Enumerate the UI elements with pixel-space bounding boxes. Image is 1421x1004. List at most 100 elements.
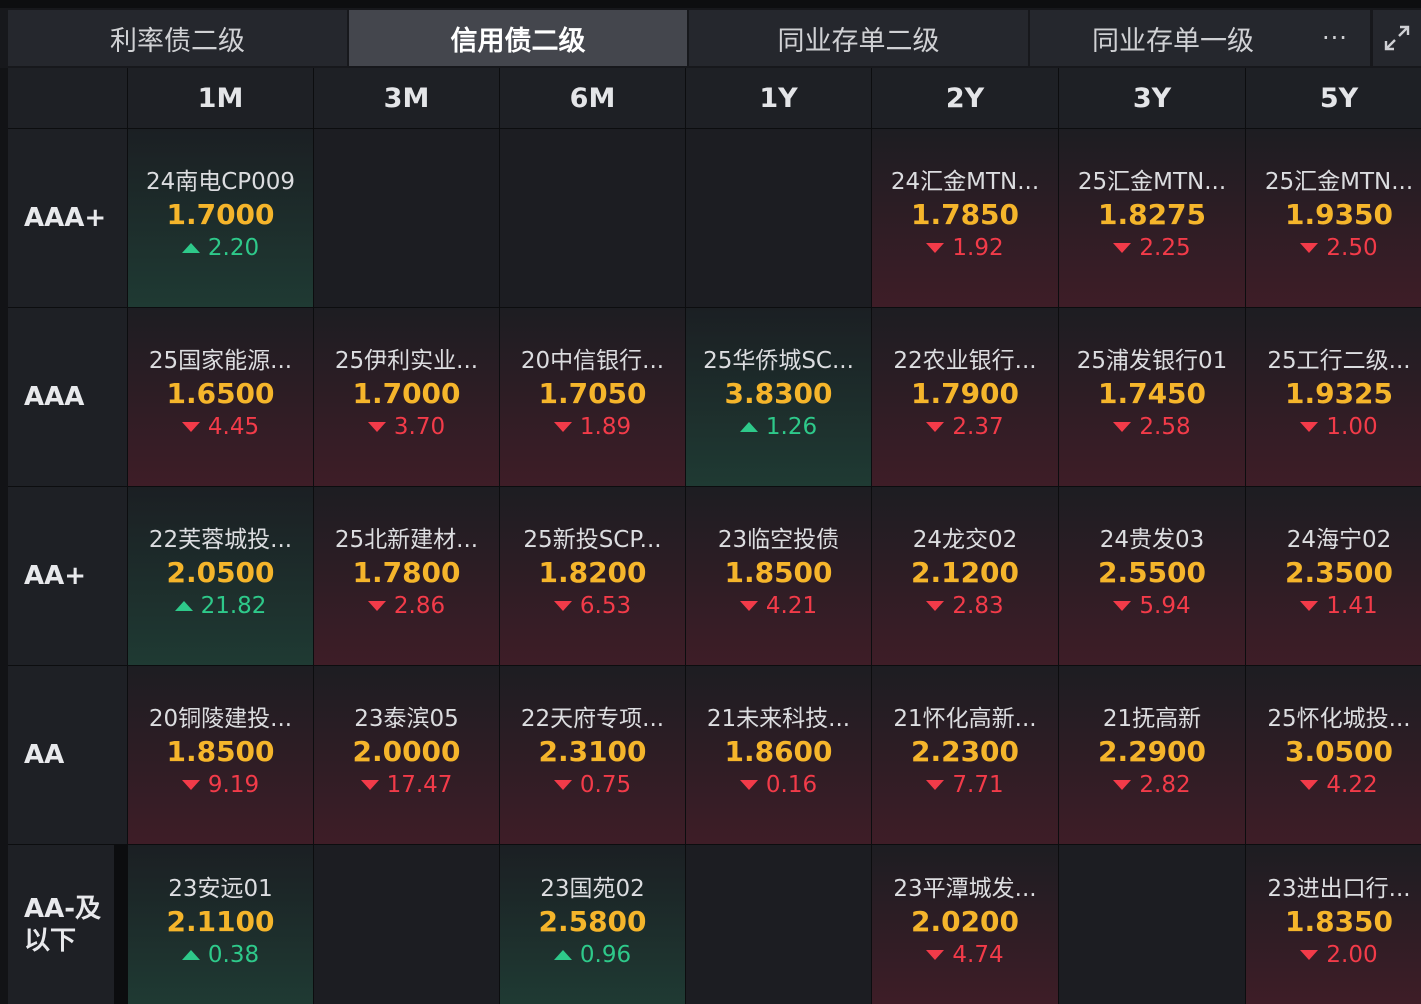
bond-change: 2.00 — [1300, 939, 1378, 971]
bond-cell[interactable]: 23临空投债 1.8500 4.21 — [686, 487, 871, 665]
bond-change-value: 9.19 — [207, 772, 260, 798]
triangle-down-icon — [1113, 422, 1132, 432]
bond-cell[interactable]: 25华侨城SC... 3.8300 1.26 — [686, 308, 871, 486]
bond-cell[interactable]: 21抚高新 2.2900 2.82 — [1059, 666, 1245, 844]
tab-ncd-primary[interactable]: 同业存单一级 — [1030, 10, 1370, 66]
bond-cell[interactable]: 24汇金MTN... 1.7850 1.92 — [872, 129, 1058, 307]
column-header-5y[interactable]: 5Y — [1246, 68, 1421, 128]
triangle-down-icon — [739, 601, 758, 611]
empty-cell — [314, 129, 499, 307]
bond-change-value: 4.74 — [952, 941, 1004, 968]
bond-cell[interactable]: 25国家能源... 1.6500 4.45 — [128, 308, 313, 486]
bond-change-value: 4.45 — [207, 414, 260, 440]
bond-cell[interactable]: 24贵发03 2.5500 5.94 — [1059, 487, 1245, 665]
triangle-down-icon — [181, 780, 200, 790]
bond-yield: 2.0000 — [352, 735, 461, 768]
bond-change-value: 4.22 — [1326, 772, 1378, 798]
bond-cell[interactable]: 23泰滨05 2.0000 17.47 — [314, 666, 499, 844]
bond-change-value: 5.94 — [1139, 593, 1191, 619]
bond-cell[interactable]: 25汇金MTN... 1.9350 2.50 — [1246, 129, 1421, 307]
bond-yield: 1.7900 — [910, 377, 1020, 410]
triangle-up-icon — [181, 243, 200, 253]
bond-change-value: 2.37 — [952, 414, 1004, 440]
triangle-down-icon — [1300, 949, 1319, 960]
column-header-1y[interactable]: 1Y — [686, 68, 871, 128]
bond-cell[interactable]: 21未来科技... 1.8600 0.16 — [686, 666, 871, 844]
bond-cell[interactable]: 25汇金MTN... 1.8275 2.25 — [1059, 129, 1245, 307]
bond-change: 1.26 — [739, 411, 817, 443]
row-label-0: AAA+ — [8, 129, 127, 307]
bond-cell[interactable]: 25新投SCP... 1.8200 6.53 — [500, 487, 685, 665]
bond-name: 23进出口行... — [1267, 875, 1411, 902]
bond-change: 3.70 — [367, 411, 446, 443]
bond-yield: 2.1200 — [910, 556, 1020, 589]
bond-cell[interactable]: 25北新建材... 1.7800 2.86 — [314, 487, 499, 665]
bond-name: 25北新建材... — [334, 527, 479, 553]
more-tabs-icon[interactable]: ··· — [1322, 10, 1348, 66]
triangle-down-icon — [1113, 243, 1132, 253]
bond-name: 25汇金MTN... — [1077, 169, 1227, 195]
bond-change: 2.37 — [926, 411, 1004, 443]
bond-cell[interactable]: 25怀化城投... 3.0500 4.22 — [1246, 666, 1421, 844]
bond-yield: 2.5500 — [1097, 556, 1207, 589]
bond-cell[interactable]: 24海宁02 2.3500 1.41 — [1246, 487, 1421, 665]
column-header-3y[interactable]: 3Y — [1059, 68, 1245, 128]
bond-name: 22天府专项... — [520, 706, 665, 732]
bond-change-value: 2.25 — [1139, 235, 1191, 261]
tab-rate-bond-secondary[interactable]: 利率债二级 — [8, 10, 347, 66]
bond-name: 25浦发银行01 — [1076, 348, 1228, 374]
column-header-2y[interactable]: 2Y — [872, 68, 1058, 128]
bond-cell[interactable]: 25工行二级... 1.9325 1.00 — [1246, 308, 1421, 486]
bond-change: 1.89 — [553, 411, 631, 443]
column-header-3m[interactable]: 3M — [314, 68, 499, 128]
bond-cell[interactable]: 21怀化高新... 2.2300 7.71 — [872, 666, 1058, 844]
column-header-1m[interactable]: 1M — [128, 68, 313, 128]
bond-change-value: 0.16 — [765, 772, 818, 798]
column-header-6m[interactable]: 6M — [500, 68, 685, 128]
bond-name: 25工行二级... — [1267, 348, 1411, 374]
triangle-down-icon — [553, 601, 572, 611]
bond-change: 2.25 — [1113, 232, 1191, 264]
bond-change: 7.71 — [926, 769, 1004, 801]
bond-yield: 2.3100 — [538, 735, 647, 768]
bond-yield: 1.7800 — [352, 556, 461, 589]
bond-yield: 1.7050 — [538, 377, 647, 410]
bond-cell[interactable]: 22天府专项... 2.3100 0.75 — [500, 666, 685, 844]
bond-change: 1.92 — [926, 232, 1004, 264]
empty-cell — [314, 845, 499, 1004]
bond-cell[interactable]: 23平潭城发... 2.0200 4.74 — [872, 845, 1058, 1004]
triangle-down-icon — [739, 780, 758, 790]
row-label-2: AA+ — [8, 487, 127, 665]
bond-change: 21.82 — [174, 590, 266, 622]
bond-cell[interactable]: 23进出口行... 1.8350 2.00 — [1246, 845, 1421, 1004]
bond-cell[interactable]: 24南电CP009 1.7000 2.20 — [128, 129, 313, 307]
bond-name: 25汇金MTN... — [1264, 169, 1414, 195]
bond-cell[interactable]: 23国苑02 2.5800 0.96 — [500, 845, 685, 1004]
tab-credit-bond-secondary[interactable]: 信用债二级 — [349, 10, 687, 66]
bond-yield: 1.9325 — [1284, 377, 1394, 410]
bond-cell[interactable]: 20中信银行... 1.7050 1.89 — [500, 308, 685, 486]
bond-name: 20铜陵建投... — [148, 706, 293, 732]
bond-change: 6.53 — [553, 590, 631, 622]
bond-cell[interactable]: 25伊利实业... 1.7000 3.70 — [314, 308, 499, 486]
tab-ncd-secondary[interactable]: 同业存单二级 — [689, 10, 1028, 66]
bond-cell[interactable]: 24龙交02 2.1200 2.83 — [872, 487, 1058, 665]
bond-name: 25新投SCP... — [523, 527, 662, 553]
bond-change-value: 0.75 — [579, 772, 632, 798]
bond-name: 21抚高新 — [1102, 706, 1202, 732]
bond-cell[interactable]: 20铜陵建投... 1.8500 9.19 — [128, 666, 313, 844]
bond-change-value: 3.70 — [393, 414, 446, 440]
bond-cell[interactable]: 25浦发银行01 1.7450 2.58 — [1059, 308, 1245, 486]
empty-cell — [686, 129, 871, 307]
bond-change: 2.82 — [1113, 769, 1191, 801]
bond-yield: 1.7850 — [910, 198, 1020, 231]
bond-cell[interactable]: 22农业银行... 1.7900 2.37 — [872, 308, 1058, 486]
bond-cell[interactable]: 23安远01 2.1100 0.38 — [128, 845, 313, 1004]
bond-change: 2.20 — [181, 232, 259, 264]
expand-icon[interactable] — [1373, 10, 1421, 66]
bond-cell[interactable]: 22芙蓉城投... 2.0500 21.82 — [128, 487, 313, 665]
expand-icon-svg — [1384, 25, 1410, 51]
bond-change: 1.00 — [1300, 411, 1378, 443]
bond-change: 4.22 — [1300, 769, 1378, 801]
bond-change-value: 1.00 — [1326, 414, 1378, 440]
